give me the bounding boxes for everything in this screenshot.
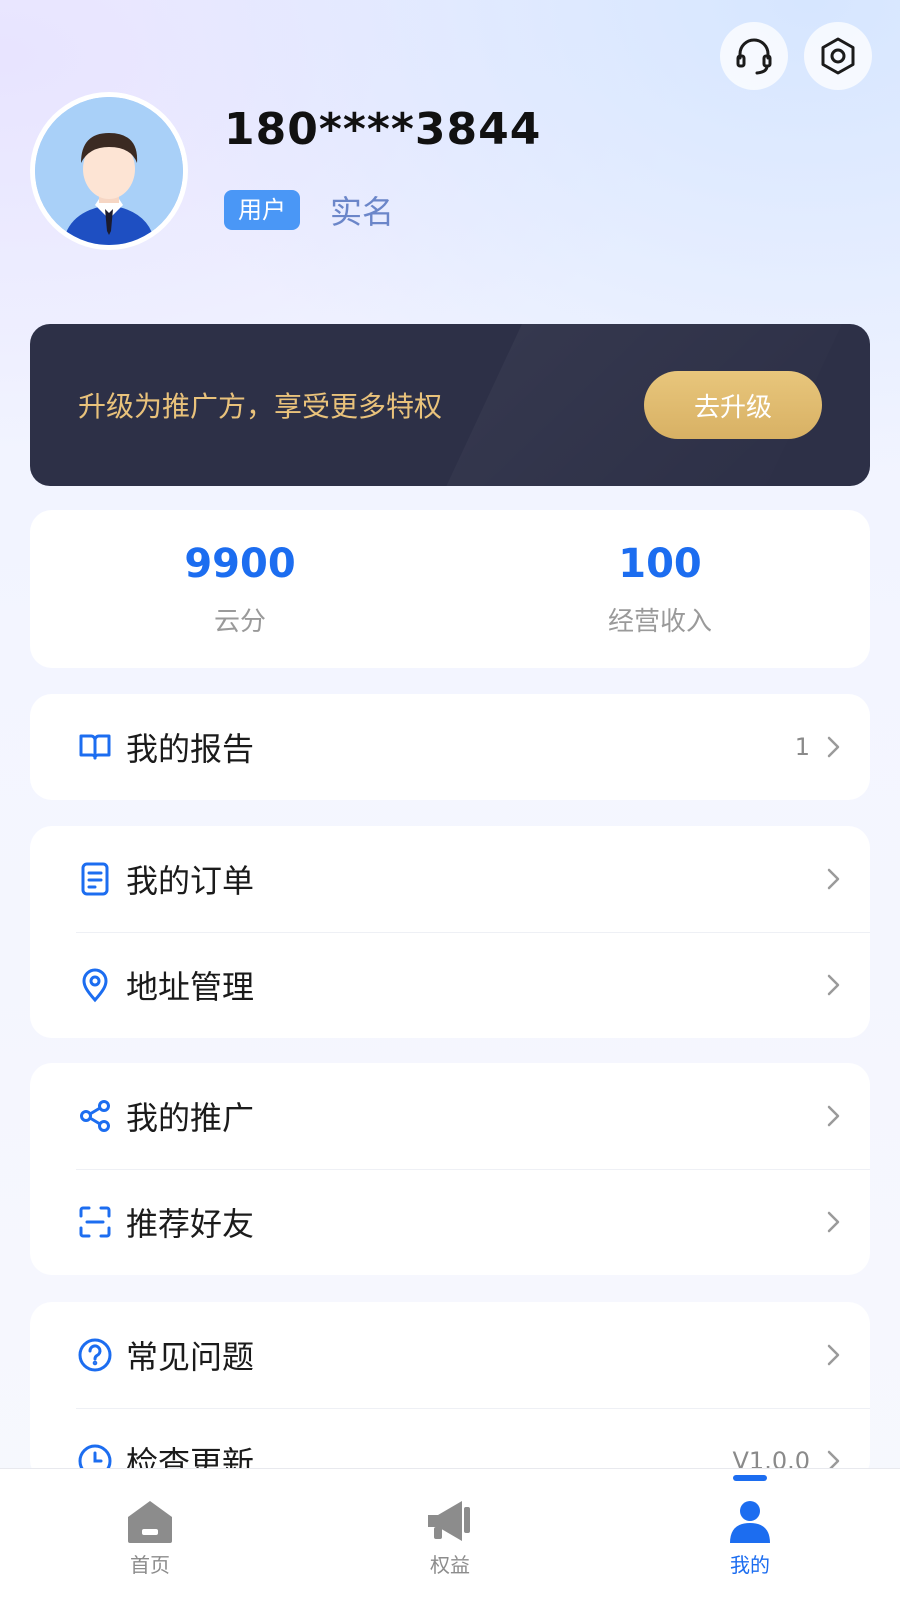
stat-cloud-points[interactable]: 9900 云分	[30, 510, 450, 668]
chevron-right-icon	[827, 868, 840, 890]
chevron-right-icon	[827, 1344, 840, 1366]
settings-button[interactable]	[804, 22, 872, 90]
menu-item-label: 地址管理	[126, 968, 255, 1006]
upgrade-banner-text: 升级为推广方，享受更多特权	[78, 390, 443, 423]
chevron-right-icon	[827, 1105, 840, 1127]
menu-item-label: 我的推广	[126, 1099, 255, 1137]
scan-icon	[76, 1203, 114, 1241]
menu-item-faq[interactable]: 常见问题	[30, 1302, 870, 1408]
stat-value: 9900	[184, 540, 296, 587]
share-icon	[76, 1097, 114, 1135]
realname-link[interactable]: 实名	[330, 187, 394, 233]
upgrade-banner: 升级为推广方，享受更多特权 去升级	[30, 324, 870, 486]
menu-item-my-promotion[interactable]: 我的推广	[30, 1063, 870, 1169]
document-icon	[76, 860, 114, 898]
chevron-right-icon	[827, 736, 840, 758]
tab-benefits[interactable]: 权益	[300, 1469, 600, 1600]
menu-item-label: 推荐好友	[126, 1205, 255, 1243]
bottom-tab-bar: 首页 权益 我的	[0, 1468, 900, 1600]
stat-value: 100	[618, 540, 702, 587]
book-icon	[76, 728, 114, 766]
tab-home[interactable]: 首页	[0, 1469, 300, 1600]
menu-item-label: 常见问题	[126, 1338, 255, 1376]
question-icon	[76, 1336, 114, 1374]
menu-item-label: 我的订单	[126, 862, 255, 900]
stat-business-income[interactable]: 100 经营收入	[450, 510, 870, 668]
tab-label: 权益	[430, 1553, 470, 1577]
menu-item-address[interactable]: 地址管理	[30, 932, 870, 1038]
menu-card-help: 常见问题 检查更新 V1.0.0	[30, 1302, 870, 1482]
profile-section: 180****3844 用户 实名	[30, 92, 541, 250]
tab-label: 我的	[730, 1553, 770, 1577]
menu-item-recommend-friends[interactable]: 推荐好友	[30, 1169, 870, 1275]
stat-label: 经营收入	[607, 606, 712, 637]
header-actions	[720, 22, 872, 90]
role-badge: 用户	[224, 190, 300, 230]
customer-service-button[interactable]	[720, 22, 788, 90]
menu-card-orders: 我的订单 地址管理	[30, 826, 870, 1038]
user-avatar-illustration	[35, 97, 183, 245]
active-tab-indicator	[733, 1475, 767, 1481]
menu-item-my-orders[interactable]: 我的订单	[30, 826, 870, 932]
upgrade-button[interactable]: 去升级	[644, 371, 822, 439]
chevron-right-icon	[827, 974, 840, 996]
chevron-right-icon	[827, 1211, 840, 1233]
menu-item-my-report[interactable]: 我的报告 1	[30, 694, 870, 800]
tab-mine[interactable]: 我的	[600, 1469, 900, 1600]
home-icon	[128, 1501, 172, 1543]
report-count: 1	[794, 733, 810, 761]
headset-icon	[736, 38, 772, 75]
megaphone-icon	[428, 1501, 470, 1541]
tab-label: 首页	[130, 1553, 170, 1577]
gear-icon	[821, 37, 855, 75]
menu-card-promotion: 我的推广 推荐好友	[30, 1063, 870, 1275]
person-icon	[730, 1501, 770, 1543]
user-phone: 180****3844	[224, 104, 542, 155]
stats-card: 9900 云分 100 经营收入	[30, 510, 870, 668]
location-pin-icon	[76, 966, 114, 1004]
avatar[interactable]	[30, 92, 188, 250]
stat-label: 云分	[213, 606, 266, 637]
menu-card-report: 我的报告 1	[30, 694, 870, 800]
menu-item-label: 我的报告	[126, 730, 255, 768]
